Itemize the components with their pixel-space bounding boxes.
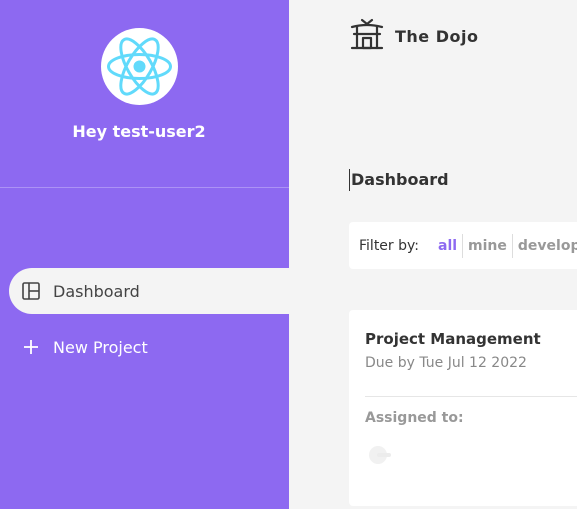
filter-option-mine[interactable]: mine	[463, 233, 513, 258]
app-title: The Dojo	[395, 27, 479, 46]
dashboard-icon	[9, 282, 53, 300]
add-icon	[9, 339, 53, 355]
user-greeting: Hey test-user2	[72, 122, 206, 141]
filter-label: Filter by:	[359, 237, 419, 254]
project-title: Project Management	[365, 330, 541, 348]
sidebar-item-dashboard[interactable]: Dashboard	[9, 268, 289, 314]
sidebar-item-new-project[interactable]: New Project	[9, 324, 269, 370]
avatar	[101, 28, 178, 105]
sidebar: Hey test-user2 Dashboard New Project	[0, 0, 289, 509]
sidebar-item-label: New Project	[53, 337, 148, 357]
filter-option-development[interactable]: development	[513, 234, 577, 258]
project-filter: Filter by: all mine development	[349, 222, 577, 269]
sidebar-divider	[0, 187, 289, 188]
assignee-avatar	[369, 446, 391, 464]
assigned-label: Assigned to:	[365, 410, 464, 426]
filter-option-all[interactable]: all	[433, 233, 464, 258]
temple-icon	[350, 18, 384, 50]
card-divider	[365, 396, 577, 397]
project-card[interactable]: Project Management Due by Tue Jul 12 202…	[349, 310, 577, 506]
project-due-date: Due by Tue Jul 12 2022	[365, 355, 527, 371]
react-logo-icon	[107, 37, 172, 96]
page-title: Dashboard	[349, 169, 449, 191]
sidebar-item-label: Dashboard	[53, 281, 140, 301]
